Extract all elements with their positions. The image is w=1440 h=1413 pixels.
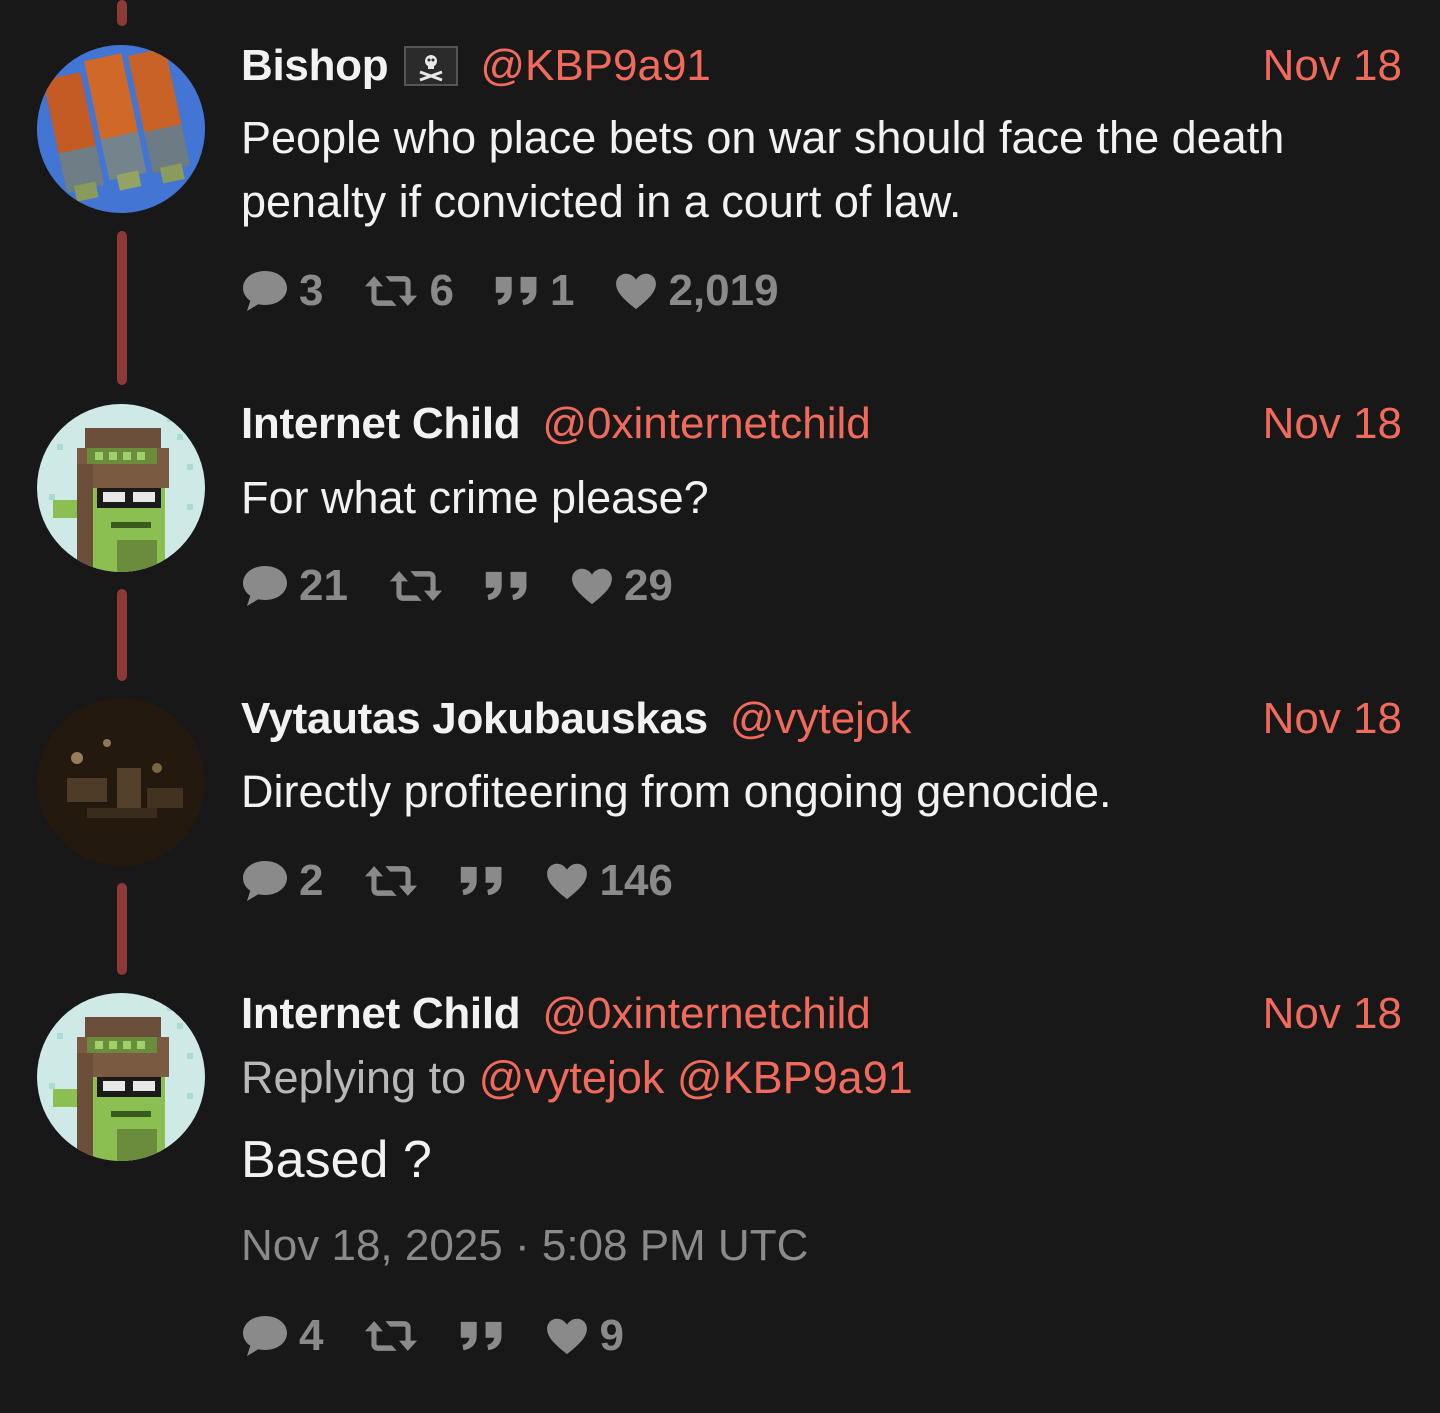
quote-button[interactable] (459, 1318, 505, 1354)
tweet-date[interactable]: Nov 18 (1263, 989, 1402, 1039)
quote-icon (459, 863, 505, 899)
like-count: 146 (599, 856, 673, 905)
tweet-date[interactable]: Nov 18 (1263, 399, 1402, 449)
retweet-button[interactable]: 6 (363, 266, 454, 316)
reply-button[interactable]: 3 (241, 266, 323, 316)
display-name[interactable]: Internet Child (241, 989, 521, 1039)
tweet-actions: 2 146 (241, 856, 713, 906)
tweet-actions: 21 29 (241, 561, 713, 611)
reply-button[interactable]: 21 (241, 561, 348, 611)
ammo-magazines-avatar-icon (37, 45, 205, 213)
retweet-icon (388, 567, 444, 605)
retweet-icon (363, 1317, 419, 1355)
user-handle[interactable]: @KBP9a91 (480, 41, 711, 91)
tweet[interactable]: Bishop @KBP9a91 Nov 18 People who place … (0, 0, 1440, 360)
dark-room-avatar-icon (37, 698, 205, 866)
quote-icon (494, 273, 540, 309)
comment-icon (241, 269, 289, 313)
retweet-button[interactable] (363, 862, 419, 900)
reply-button[interactable]: 4 (241, 1311, 323, 1361)
pixel-goblin-avatar-icon (37, 404, 205, 572)
mention-link[interactable]: @KBP9a91 (677, 1052, 913, 1103)
mention-link[interactable]: @vytejok (479, 1052, 665, 1103)
avatar[interactable] (37, 45, 205, 213)
tweet-actions: 3 6 1 2,019 (241, 266, 819, 316)
avatar[interactable] (37, 698, 205, 866)
tweet-text: For what crime please? (241, 472, 709, 523)
comment-icon (241, 564, 289, 608)
tweet-date[interactable]: Nov 18 (1263, 694, 1402, 744)
like-button[interactable]: 2,019 (614, 266, 779, 316)
retweet-icon (363, 272, 419, 310)
tweet-text: People who place bets on war should face… (241, 112, 1285, 227)
heart-icon (570, 567, 614, 605)
tweet-actions: 4 9 (241, 1311, 664, 1361)
replying-to-label: Replying to (241, 1052, 467, 1103)
reply-count: 21 (299, 561, 348, 610)
avatar[interactable] (37, 993, 205, 1161)
reply-count: 2 (299, 856, 324, 905)
comment-icon (241, 1314, 289, 1358)
like-button[interactable]: 9 (545, 1311, 624, 1361)
quote-icon (459, 1318, 505, 1354)
quote-button[interactable] (484, 568, 530, 604)
user-handle[interactable]: @vytejok (730, 694, 912, 744)
quote-count: 1 (549, 266, 575, 315)
reply-button[interactable]: 2 (241, 856, 323, 906)
comment-icon (241, 859, 289, 903)
reply-count: 3 (299, 266, 324, 315)
heart-icon (614, 272, 658, 310)
thread-line (117, 883, 127, 975)
pirate-flag-icon (404, 46, 459, 86)
heart-icon (545, 1317, 589, 1355)
tweet-text: Based ? (241, 1131, 432, 1189)
retweet-button[interactable] (363, 1317, 419, 1355)
replying-to-line: Replying to @vytejok @KBP9a91 (241, 1052, 913, 1104)
tweet-date[interactable]: Nov 18 (1263, 41, 1402, 91)
user-handle[interactable]: @0xinternetchild (542, 989, 870, 1039)
tweet-text: Directly profiteering from ongoing genoc… (241, 766, 1112, 817)
user-handle[interactable]: @0xinternetchild (542, 399, 870, 449)
avatar[interactable] (37, 404, 205, 572)
reply-count: 4 (299, 1311, 324, 1360)
display-name[interactable]: Bishop (241, 41, 389, 91)
pixel-goblin-avatar-icon (37, 993, 205, 1161)
like-button[interactable]: 146 (545, 856, 673, 906)
display-name[interactable]: Vytautas Jokubauskas (241, 694, 708, 744)
like-count: 29 (623, 561, 673, 610)
heart-icon (545, 862, 589, 900)
retweet-count: 6 (429, 266, 454, 315)
retweet-button[interactable] (388, 567, 444, 605)
like-button[interactable]: 29 (570, 561, 673, 611)
quote-button[interactable] (459, 863, 505, 899)
like-count: 2,019 (668, 266, 779, 315)
quote-button[interactable]: 1 (494, 266, 574, 316)
quote-icon (484, 568, 530, 604)
like-count: 9 (599, 1311, 624, 1360)
retweet-icon (363, 862, 419, 900)
tweet-timestamp[interactable]: Nov 18, 2025 · 5:08 PM UTC (241, 1221, 808, 1271)
display-name[interactable]: Internet Child (241, 399, 521, 449)
thread-line (117, 589, 127, 681)
